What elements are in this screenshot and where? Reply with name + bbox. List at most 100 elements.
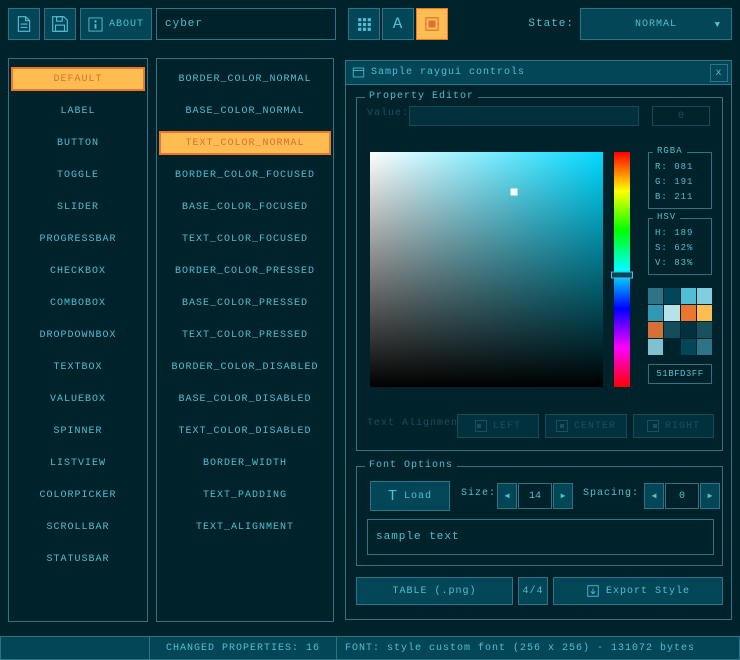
properties-list-item[interactable]: BORDER_COLOR_FOCUSED: [159, 163, 331, 187]
properties-list-item[interactable]: BORDER_COLOR_DISABLED: [159, 355, 331, 379]
window-title: Sample raygui controls: [371, 67, 525, 78]
properties-list-item[interactable]: BORDER_COLOR_NORMAL: [159, 67, 331, 91]
property-editor-title: Property Editor: [365, 91, 478, 102]
window-icon: [352, 66, 365, 79]
properties-list-item[interactable]: TEXT_ALIGNMENT: [159, 515, 331, 539]
controls-list-item[interactable]: BUTTON: [11, 131, 145, 155]
palette-color-cell[interactable]: [648, 305, 663, 321]
about-button[interactable]: ABOUT: [80, 8, 152, 40]
controls-list-item[interactable]: COMBOBOX: [11, 291, 145, 315]
spinner-left-arrow-icon: ◀: [505, 491, 510, 501]
align-center-button[interactable]: CENTER: [545, 414, 627, 438]
controls-list-item[interactable]: LISTVIEW: [11, 451, 145, 475]
size-decrement-button[interactable]: ◀: [497, 483, 517, 509]
palette-color-cell[interactable]: [681, 322, 696, 338]
grid-icon: [356, 16, 373, 33]
properties-list-item[interactable]: TEXT_COLOR_PRESSED: [159, 323, 331, 347]
palette-color-cell[interactable]: [697, 339, 712, 355]
controls-list-item[interactable]: TOGGLE: [11, 163, 145, 187]
spinner-right-arrow-icon: ▶: [561, 491, 566, 501]
properties-list-item[interactable]: BASE_COLOR_NORMAL: [159, 99, 331, 123]
rgba-row: R: 081: [649, 160, 711, 175]
statusbar-changed-properties: CHANGED PROPERTIES: 16: [149, 636, 337, 660]
color-swatch-icon: [423, 15, 441, 33]
size-increment-button[interactable]: ▶: [553, 483, 573, 509]
floppy-save-icon: [51, 15, 69, 33]
controls-list-item[interactable]: COLORPICKER: [11, 483, 145, 507]
palette-color-cell[interactable]: [648, 288, 663, 304]
info-icon: [88, 17, 103, 32]
palette-color-cell[interactable]: [664, 305, 679, 321]
controls-list-item[interactable]: STATUSBAR: [11, 547, 145, 571]
style-table-button[interactable]: [348, 8, 380, 40]
properties-list-item[interactable]: TEXT_COLOR_DISABLED: [159, 419, 331, 443]
sample-text-input[interactable]: sample text: [367, 519, 714, 555]
hex-color-box[interactable]: 51BFD3FF: [648, 364, 712, 384]
controls-list-item[interactable]: VALUEBOX: [11, 387, 145, 411]
statusbar-left: [0, 636, 150, 660]
align-right-icon: [647, 420, 659, 432]
palette-color-cell[interactable]: [664, 288, 679, 304]
controls-list-item[interactable]: SLIDER: [11, 195, 145, 219]
properties-list-item[interactable]: BASE_COLOR_PRESSED: [159, 291, 331, 315]
style-name-input[interactable]: [156, 8, 336, 40]
properties-list-item[interactable]: TEXT_PADDING: [159, 483, 331, 507]
load-style-button[interactable]: [8, 8, 40, 40]
window-close-button[interactable]: x: [710, 64, 728, 82]
properties-list-item[interactable]: BASE_COLOR_DISABLED: [159, 387, 331, 411]
spacing-value-box[interactable]: 0: [665, 483, 699, 509]
color-sv-panel[interactable]: [370, 152, 603, 387]
font-atlas-button[interactable]: A: [382, 8, 414, 40]
palette-color-cell[interactable]: [697, 322, 712, 338]
palette-color-cell[interactable]: [664, 322, 679, 338]
controls-list-item[interactable]: TEXTBOX: [11, 355, 145, 379]
color-mode-button[interactable]: [416, 8, 448, 40]
controls-list-item[interactable]: PROGRESSBAR: [11, 227, 145, 251]
font-load-button[interactable]: T Load: [370, 481, 450, 511]
value-input[interactable]: [409, 106, 639, 126]
spacing-increment-button[interactable]: ▶: [700, 483, 720, 509]
sv-marker[interactable]: [511, 188, 518, 195]
properties-list-item[interactable]: TEXT_COLOR_NORMAL: [159, 131, 331, 155]
align-right-button[interactable]: RIGHT: [633, 414, 714, 438]
hsv-title: HSV: [653, 212, 680, 222]
palette-color-cell[interactable]: [664, 339, 679, 355]
save-style-button[interactable]: [44, 8, 76, 40]
table-png-button[interactable]: TABLE (.png): [356, 577, 513, 605]
about-label: ABOUT: [109, 19, 144, 30]
spacing-decrement-button[interactable]: ◀: [644, 483, 664, 509]
properties-list-item[interactable]: BORDER_WIDTH: [159, 451, 331, 475]
page-indicator-box: 4/4: [518, 577, 548, 605]
size-value-box[interactable]: 14: [518, 483, 552, 509]
rguistyler-app: ABOUT A State: NORMAL ▼ DEFAULTLABELBUTT…: [0, 0, 740, 660]
controls-list-item[interactable]: DROPDOWNBOX: [11, 323, 145, 347]
controls-list-item[interactable]: DEFAULT: [11, 67, 145, 91]
palette-color-cell[interactable]: [697, 305, 712, 321]
align-left-button[interactable]: LEFT: [457, 414, 539, 438]
properties-list-item[interactable]: BORDER_COLOR_PRESSED: [159, 259, 331, 283]
align-center-icon: [556, 420, 568, 432]
text-t-icon: T: [388, 488, 398, 505]
controls-list-item[interactable]: SCROLLBAR: [11, 515, 145, 539]
rgba-title: RGBA: [653, 146, 687, 156]
palette-color-cell[interactable]: [648, 339, 663, 355]
hue-slider-handle[interactable]: [611, 272, 633, 279]
properties-list-item[interactable]: TEXT_COLOR_FOCUSED: [159, 227, 331, 251]
palette-color-cell[interactable]: [681, 305, 696, 321]
controls-list-item[interactable]: CHECKBOX: [11, 259, 145, 283]
rgba-rows: R: 081G: 191B: 211: [649, 153, 711, 205]
controls-list-item[interactable]: LABEL: [11, 99, 145, 123]
export-style-button[interactable]: Export Style: [553, 577, 723, 605]
hsv-row: V: 83%: [649, 256, 711, 271]
hue-bar[interactable]: [614, 152, 630, 387]
controls-list-item[interactable]: SPINNER: [11, 419, 145, 443]
palette-color-cell[interactable]: [681, 288, 696, 304]
palette-color-cell[interactable]: [681, 339, 696, 355]
hsv-rows: H: 189S: 62%V: 83%: [649, 219, 711, 271]
state-dropdown-value: NORMAL: [635, 19, 677, 30]
palette-color-cell[interactable]: [697, 288, 712, 304]
properties-list-item[interactable]: BASE_COLOR_FOCUSED: [159, 195, 331, 219]
rgba-group: RGBA R: 081G: 191B: 211: [648, 152, 712, 209]
palette-color-cell[interactable]: [648, 322, 663, 338]
state-dropdown[interactable]: NORMAL ▼: [580, 8, 732, 40]
